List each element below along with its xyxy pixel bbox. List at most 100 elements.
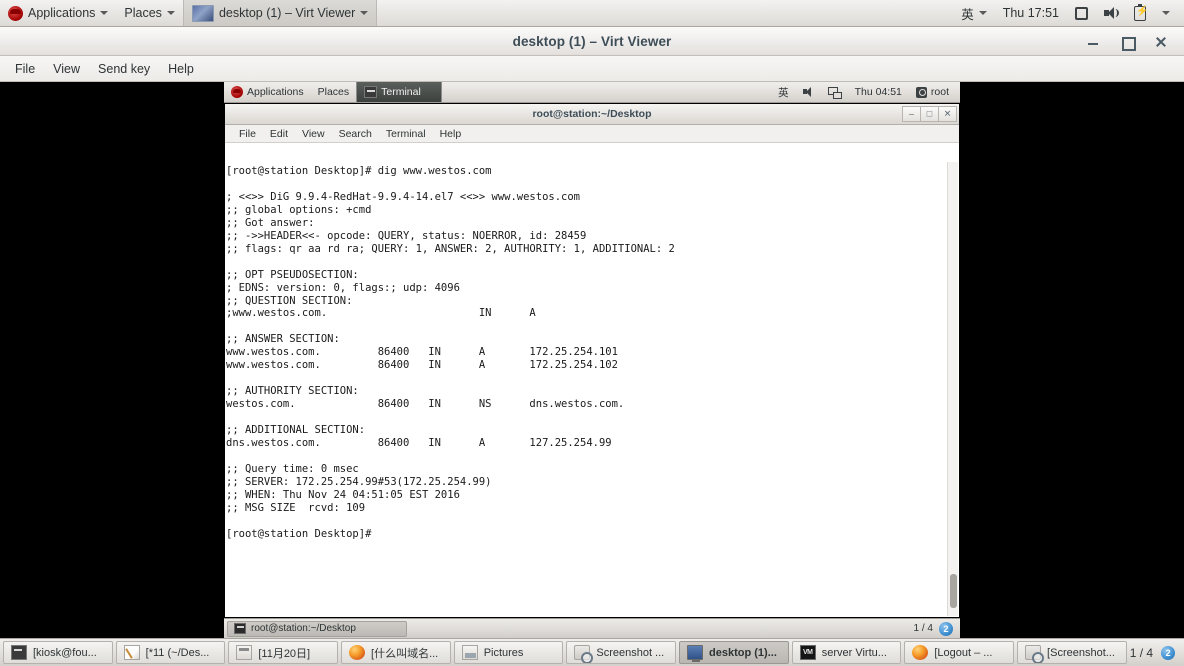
terminal-scrollbar[interactable] bbox=[947, 162, 958, 616]
menu-help[interactable]: Help bbox=[159, 59, 203, 79]
minimize-icon[interactable]: – bbox=[902, 106, 921, 122]
guest-active-window[interactable]: Terminal bbox=[356, 82, 443, 102]
menu-view[interactable]: View bbox=[44, 59, 89, 79]
screen-root: Applications Places desktop (1) – Virt V… bbox=[0, 0, 1184, 666]
host-task-item[interactable]: [kiosk@fou... bbox=[3, 641, 113, 664]
terminal-line: ;; AUTHORITY SECTION: bbox=[226, 385, 359, 398]
menu-send-key[interactable]: Send key bbox=[89, 59, 159, 79]
terminal-line: www.westos.com. 86400 IN A 172.25.254.10… bbox=[226, 346, 618, 359]
host-task-item[interactable]: Screenshot ... bbox=[566, 641, 677, 664]
maximize-icon[interactable] bbox=[1120, 35, 1136, 51]
guest-volume-button[interactable] bbox=[796, 82, 821, 102]
host-applications-menu[interactable]: Applications bbox=[0, 0, 116, 26]
host-workspace-pages: 1 / 4 bbox=[1129, 645, 1154, 660]
close-icon[interactable] bbox=[1154, 35, 1168, 49]
maximize-icon[interactable]: □ bbox=[920, 106, 939, 122]
guest-user-menu[interactable]: root bbox=[909, 82, 956, 102]
virt-viewer-titlebar: desktop (1) – Virt Viewer bbox=[0, 27, 1184, 56]
host-display-button[interactable] bbox=[1067, 0, 1096, 26]
vm-display-area[interactable]: Applications Places Terminal 英 Thu 04:51… bbox=[0, 82, 1184, 638]
close-icon[interactable]: ✕ bbox=[938, 106, 957, 122]
host-task-item[interactable]: [Screenshot... bbox=[1017, 641, 1127, 664]
guest-network-button[interactable] bbox=[821, 82, 848, 102]
terminal-output[interactable]: [root@station Desktop]# dig www.westos.c… bbox=[225, 162, 959, 617]
menu-file[interactable]: File bbox=[6, 59, 44, 79]
terminal-line: ;; ANSWER SECTION: bbox=[226, 333, 340, 346]
chevron-down-icon bbox=[166, 11, 175, 15]
terminal-line: ;; flags: qr aa rd ra; QUERY: 1, ANSWER:… bbox=[226, 242, 675, 255]
terminal-line: ;; QUESTION SECTION: bbox=[226, 294, 353, 307]
host-input-method-label: 英 bbox=[961, 7, 974, 22]
guest-input-method[interactable]: 英 bbox=[771, 82, 796, 102]
terminal-window[interactable]: root@station:~/Desktop – □ ✕ File Edit V… bbox=[224, 103, 960, 618]
terminal-menu-file[interactable]: File bbox=[233, 127, 262, 141]
redhat-logo-icon bbox=[8, 5, 23, 21]
host-task-label: [什么叫域名... bbox=[371, 647, 439, 660]
terminal-menu-search[interactable]: Search bbox=[333, 127, 378, 141]
host-input-method[interactable]: 英 bbox=[953, 0, 995, 26]
window-thumbnail-icon bbox=[191, 4, 214, 22]
terminal-icon bbox=[364, 86, 378, 98]
host-volume-button[interactable] bbox=[1096, 0, 1126, 26]
calculator-icon bbox=[236, 645, 253, 660]
host-workspace-switcher: 1 / 4 2 bbox=[1129, 645, 1181, 660]
host-task-item[interactable]: [*11 (~/Des... bbox=[115, 641, 226, 664]
host-clock[interactable]: Thu 17:51 bbox=[995, 0, 1067, 26]
pictures-icon bbox=[461, 645, 478, 660]
host-task-item[interactable]: [11月20日] bbox=[228, 641, 339, 664]
guest-desktop[interactable]: Applications Places Terminal 英 Thu 04:51… bbox=[224, 82, 960, 638]
volume-icon bbox=[1104, 7, 1119, 19]
terminal-line: ;; WHEN: Thu Nov 24 04:51:05 EST 2016 bbox=[226, 488, 460, 501]
host-task-label: desktop (1)... bbox=[709, 646, 777, 659]
host-task-label: Pictures bbox=[483, 646, 524, 659]
guest-workspace-badge[interactable]: 2 bbox=[939, 621, 953, 636]
terminal-menu-edit[interactable]: Edit bbox=[264, 127, 294, 141]
chevron-down-icon bbox=[978, 11, 987, 15]
screenshot-icon bbox=[1025, 645, 1045, 663]
host-task-item[interactable]: Pictures bbox=[453, 641, 564, 664]
terminal-line: ;; Got answer: bbox=[226, 216, 315, 229]
guest-user-label: root bbox=[930, 86, 949, 98]
guest-taskbar: root@station:~/Desktop 1 / 4 2 bbox=[224, 618, 960, 638]
terminal-line: ; EDNS: version: 0, flags:; udp: 4096 bbox=[226, 281, 460, 294]
terminal-window-controls: – □ ✕ bbox=[902, 106, 957, 122]
redhat-logo-icon bbox=[231, 86, 243, 98]
terminal-line: www.westos.com. 86400 IN A 172.25.254.10… bbox=[226, 359, 618, 372]
host-task-item[interactable]: [Logout – ... bbox=[904, 641, 1015, 664]
terminal-menu-help[interactable]: Help bbox=[434, 127, 468, 141]
terminal-menu-view[interactable]: View bbox=[296, 127, 331, 141]
terminal-line: ;; ->>HEADER<<- opcode: QUERY, status: N… bbox=[226, 229, 587, 242]
terminal-line: dns.westos.com. 86400 IN A 127.25.254.99 bbox=[226, 437, 612, 450]
guest-task-label: root@station:~/Desktop bbox=[251, 623, 356, 634]
host-task-item[interactable]: [什么叫域名... bbox=[341, 641, 451, 664]
host-system-menu[interactable] bbox=[1154, 0, 1178, 26]
guest-applications-label: Applications bbox=[247, 86, 304, 98]
host-task-item[interactable]: VM server Virtu... bbox=[791, 641, 902, 664]
user-icon bbox=[915, 86, 927, 98]
host-taskbar: [kiosk@fou... [*11 (~/Des... [11月20日] [什么叫域… bbox=[0, 638, 1184, 666]
guest-applications-menu[interactable]: Applications bbox=[224, 82, 311, 102]
terminal-line: ;; MSG SIZE rcvd: 109 bbox=[226, 501, 366, 514]
host-battery-button[interactable] bbox=[1126, 0, 1154, 26]
guest-clock[interactable]: Thu 04:51 bbox=[848, 82, 909, 102]
host-applications-label: Applications bbox=[28, 6, 96, 20]
chevron-down-icon bbox=[360, 11, 369, 15]
guest-input-method-label: 英 bbox=[778, 86, 789, 99]
host-active-window-menu[interactable]: desktop (1) – Virt Viewer bbox=[182, 0, 378, 26]
battery-icon bbox=[1134, 3, 1148, 21]
firefox-icon bbox=[912, 645, 929, 660]
guest-places-menu[interactable]: Places bbox=[311, 82, 357, 102]
guest-task-terminal[interactable]: root@station:~/Desktop bbox=[227, 620, 407, 637]
terminal-scrollbar-thumb[interactable] bbox=[950, 574, 957, 608]
minimize-icon[interactable] bbox=[1086, 35, 1100, 49]
host-workspace-badge[interactable]: 2 bbox=[1161, 645, 1176, 660]
host-places-menu[interactable]: Places bbox=[116, 0, 183, 26]
host-task-item[interactable]: desktop (1)... bbox=[679, 641, 789, 664]
chevron-down-icon bbox=[1162, 11, 1170, 15]
host-task-label: [kiosk@fou... bbox=[33, 646, 97, 659]
guest-top-panel: Applications Places Terminal 英 Thu 04:51… bbox=[224, 82, 960, 103]
terminal-menu-terminal[interactable]: Terminal bbox=[380, 127, 432, 141]
